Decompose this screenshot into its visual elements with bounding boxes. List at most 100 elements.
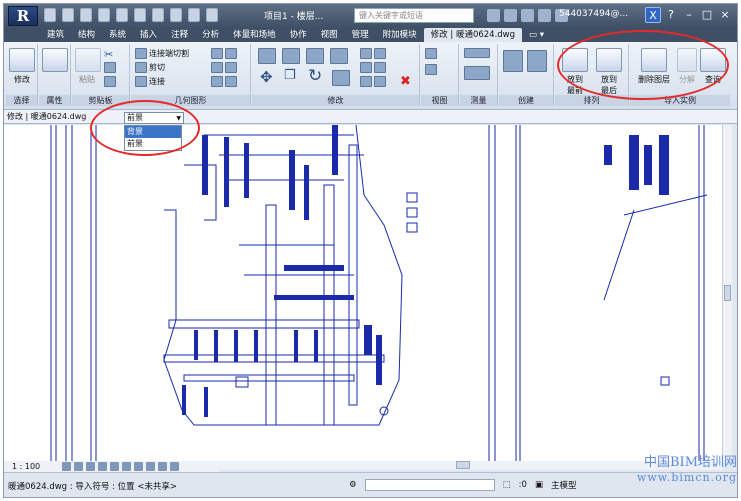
lock-3d-icon[interactable] bbox=[134, 462, 143, 471]
close-button[interactable]: × bbox=[717, 7, 733, 23]
design-options-icon[interactable]: ▣ bbox=[535, 480, 543, 490]
wall-joins-button[interactable] bbox=[211, 48, 237, 59]
minimize-button[interactable]: – bbox=[681, 7, 697, 23]
mirror-draw-button[interactable] bbox=[330, 48, 348, 64]
wall-profile-button[interactable] bbox=[211, 76, 237, 87]
bring-to-front-button[interactable]: 放到 最前 bbox=[559, 48, 591, 96]
view-scale[interactable]: 1 : 100 bbox=[12, 462, 40, 471]
properties-button[interactable] bbox=[42, 48, 68, 74]
editable-only-icon[interactable]: ⬚ bbox=[503, 480, 511, 490]
match-properties-button[interactable] bbox=[104, 76, 116, 87]
temporary-hide-icon[interactable] bbox=[146, 462, 155, 471]
vertical-scroll-thumb[interactable] bbox=[724, 285, 731, 301]
pin-button[interactable] bbox=[360, 76, 386, 87]
user-name[interactable]: 544037494@... bbox=[559, 9, 628, 19]
create-assembly-button[interactable] bbox=[503, 50, 523, 72]
cut-join-button[interactable]: 连接端切割 bbox=[135, 48, 189, 59]
tab-analyze[interactable]: 分析 bbox=[195, 28, 226, 42]
search-input[interactable]: 键入关键字或短语 bbox=[354, 8, 474, 23]
tab-manage[interactable]: 管理 bbox=[345, 28, 376, 42]
crop-view-icon[interactable] bbox=[110, 462, 119, 471]
panel-geometry: 连接端切割 剪切 连接 几何图形 bbox=[131, 44, 251, 106]
profile-icon bbox=[211, 76, 223, 87]
tab-view[interactable]: 视图 bbox=[314, 28, 345, 42]
delete-icon[interactable]: ✖ bbox=[400, 74, 411, 89]
explode-button[interactable]: 分解 bbox=[676, 48, 698, 85]
worksets-icon[interactable]: ⚙ bbox=[349, 480, 357, 490]
foreground-background-select[interactable]: 前景 ▼ bbox=[124, 112, 184, 124]
split-button[interactable] bbox=[360, 48, 386, 59]
sync-icon[interactable] bbox=[80, 8, 92, 22]
rotate-icon[interactable]: ↻ bbox=[308, 66, 322, 86]
panel-label-select[interactable]: 选择 bbox=[6, 95, 37, 106]
paste-button[interactable]: 粘贴 bbox=[75, 48, 101, 85]
subscription-icon[interactable] bbox=[504, 9, 517, 22]
split-face-button[interactable] bbox=[211, 62, 237, 73]
3d-view-icon[interactable] bbox=[206, 8, 218, 22]
join-button[interactable]: 连接 bbox=[135, 76, 165, 87]
main-model-field[interactable]: 主模型 bbox=[551, 479, 577, 491]
move-icon[interactable]: ✥ bbox=[260, 68, 273, 86]
text-icon[interactable] bbox=[188, 8, 200, 22]
sun-path-icon[interactable] bbox=[86, 462, 95, 471]
mirror-pick-button[interactable] bbox=[306, 48, 324, 64]
copy-element-icon[interactable]: ❐ bbox=[284, 68, 296, 83]
binoculars-icon[interactable] bbox=[487, 9, 500, 22]
tab-collaborate[interactable]: 协作 bbox=[283, 28, 314, 42]
cut-clipboard-button[interactable]: ✂ bbox=[104, 48, 113, 61]
communication-icon[interactable] bbox=[521, 9, 534, 22]
create-parts-button[interactable] bbox=[527, 50, 547, 72]
copy-clipboard-button[interactable] bbox=[104, 62, 116, 73]
trim-button[interactable] bbox=[332, 70, 350, 86]
app-menu-button[interactable]: R bbox=[8, 6, 38, 26]
send-to-back-button[interactable]: 放到 最后 bbox=[593, 48, 625, 96]
measure-button[interactable] bbox=[464, 48, 490, 58]
dimension-button[interactable] bbox=[464, 66, 490, 80]
open-icon[interactable] bbox=[44, 8, 56, 22]
tab-modify-dwg[interactable]: 修改 | 暖通0624.dwg bbox=[423, 28, 523, 42]
favorites-star-icon[interactable] bbox=[538, 9, 551, 22]
print-icon[interactable] bbox=[134, 8, 146, 22]
query-button[interactable]: 查询 bbox=[700, 48, 726, 85]
exchange-icon[interactable]: X bbox=[645, 7, 661, 23]
measure-icon[interactable] bbox=[152, 8, 164, 22]
vertical-scrollbar[interactable] bbox=[722, 125, 732, 461]
dimension-icon[interactable] bbox=[170, 8, 182, 22]
tab-annotate[interactable]: 注释 bbox=[164, 28, 195, 42]
restore-button[interactable]: □ bbox=[699, 7, 715, 23]
tab-systems[interactable]: 系统 bbox=[102, 28, 133, 42]
panel-label-arrange: 排列 bbox=[555, 95, 628, 106]
panel-arrange: 放到 最前 放到 最后 排列 bbox=[555, 44, 629, 106]
visual-style-icon[interactable] bbox=[74, 462, 83, 471]
redo-icon[interactable] bbox=[116, 8, 128, 22]
hide-in-view-button[interactable] bbox=[425, 48, 437, 59]
detail-level-icon[interactable] bbox=[62, 462, 71, 471]
analytical-model-icon[interactable] bbox=[170, 462, 179, 471]
drawing-area[interactable] bbox=[4, 124, 732, 461]
cursor-arrow-icon bbox=[9, 48, 35, 72]
tab-massing-site[interactable]: 体量和场地 bbox=[226, 28, 283, 42]
offset-icon bbox=[282, 48, 300, 64]
tab-architecture[interactable]: 建筑 bbox=[40, 28, 71, 42]
dropdown-option-foreground[interactable]: 前景 bbox=[125, 138, 181, 150]
horizontal-scroll-thumb[interactable] bbox=[456, 461, 470, 469]
override-graphics-button[interactable] bbox=[425, 64, 437, 75]
save-icon[interactable] bbox=[62, 8, 74, 22]
delete-layers-button[interactable]: 删除图层 bbox=[634, 48, 674, 85]
tab-addins[interactable]: 附加模块 bbox=[376, 28, 424, 42]
workset-field[interactable] bbox=[364, 479, 495, 491]
tab-insert[interactable]: 插入 bbox=[133, 28, 164, 42]
array-button[interactable] bbox=[360, 62, 386, 73]
help-button[interactable]: ? bbox=[663, 7, 679, 23]
offset-button[interactable] bbox=[282, 48, 300, 64]
align-button[interactable] bbox=[258, 48, 276, 64]
show-crop-icon[interactable] bbox=[122, 462, 131, 471]
dropdown-option-background[interactable]: 背景 bbox=[125, 126, 181, 138]
undo-icon[interactable] bbox=[98, 8, 110, 22]
reveal-hidden-icon[interactable] bbox=[158, 462, 167, 471]
modify-button[interactable]: 修改 bbox=[9, 48, 35, 85]
tab-structure[interactable]: 结构 bbox=[71, 28, 102, 42]
shadows-icon[interactable] bbox=[98, 462, 107, 471]
ribbon-minimize-toggle[interactable]: ▭ ▾ bbox=[522, 28, 551, 42]
cut-button[interactable]: 剪切 bbox=[135, 62, 165, 73]
